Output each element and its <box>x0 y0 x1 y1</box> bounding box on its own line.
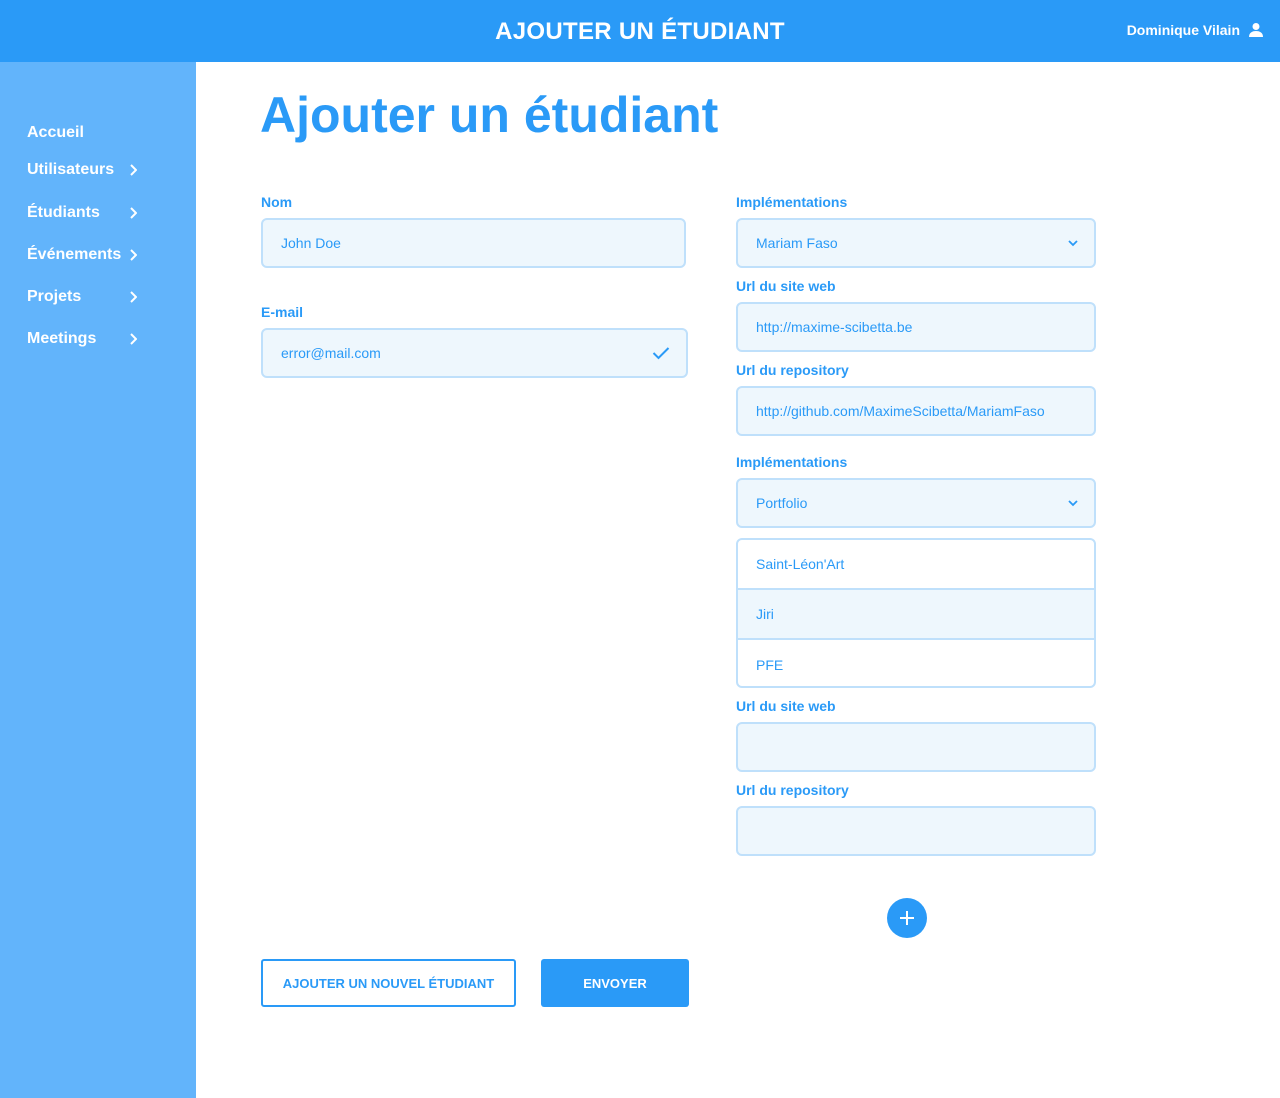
sidebar-item-label: Événements <box>27 246 122 263</box>
implementation-select[interactable]: Portfolio <box>736 478 1096 528</box>
implementation-label: Implémentations <box>736 454 848 470</box>
site-url-label: Url du site web <box>736 278 836 294</box>
chevron-right-icon <box>130 207 137 219</box>
repo-url-field[interactable] <box>736 806 1096 856</box>
implementation-options: Saint-Léon'Art Jiri PFE <box>736 538 1096 688</box>
plus-icon <box>900 911 914 925</box>
add-implementation-button[interactable] <box>887 898 927 938</box>
sidebar-item-label: Étudiants <box>27 204 100 221</box>
chevron-right-icon <box>130 333 137 345</box>
repo-url-label: Url du repository <box>736 782 849 798</box>
add-new-student-button[interactable]: AJOUTER UN NOUVEL ÉTUDIANT <box>261 959 516 1007</box>
header-title: AJOUTER UN ÉTUDIANT <box>495 18 785 45</box>
chevron-right-icon <box>130 249 137 261</box>
repo-url-field[interactable]: http://github.com/MaximeScibetta/MariamF… <box>736 386 1096 436</box>
chevron-down-icon <box>1068 500 1078 507</box>
implementation-selected: Mariam Faso <box>756 235 838 251</box>
sidebar-item-projets[interactable]: Projets <box>27 285 137 309</box>
implementation-select[interactable]: Mariam Faso <box>736 218 1096 268</box>
sidebar-item-label: Accueil <box>27 124 84 141</box>
sidebar-item-evenements[interactable]: Événements <box>27 243 137 267</box>
user-icon <box>1249 23 1263 37</box>
top-bar: AJOUTER UN ÉTUDIANT Dominique Vilain <box>0 0 1280 62</box>
email-value: error@mail.com <box>281 345 381 361</box>
sidebar-item-label: Meetings <box>27 330 97 347</box>
sidebar-item-label: Projets <box>27 288 82 305</box>
implementation-label: Implémentations <box>736 194 848 210</box>
email-label: E-mail <box>261 304 304 320</box>
sidebar-item-label: Utilisateurs <box>27 161 115 178</box>
page-title: Ajouter un étudiant <box>260 87 719 143</box>
sidebar: Accueil Utilisateurs Étudiants Événement… <box>0 62 196 1098</box>
user-menu[interactable]: Dominique Vilain <box>1127 22 1264 38</box>
sidebar-item-etudiants[interactable]: Étudiants <box>27 201 137 225</box>
site-url-value: http://maxime-scibetta.be <box>756 319 913 335</box>
site-url-field[interactable]: http://maxime-scibetta.be <box>736 302 1096 352</box>
check-icon <box>652 347 670 360</box>
chevron-right-icon <box>130 164 137 176</box>
dropdown-option[interactable]: Jiri <box>738 590 1094 640</box>
submit-button[interactable]: ENVOYER <box>541 959 689 1007</box>
dropdown-option[interactable]: Saint-Léon'Art <box>738 540 1094 590</box>
user-name: Dominique Vilain <box>1126 22 1240 38</box>
sidebar-item-utilisateurs[interactable]: Utilisateurs <box>27 158 137 182</box>
chevron-right-icon <box>130 291 137 303</box>
nom-value: John Doe <box>281 235 341 251</box>
email-field[interactable]: error@mail.com <box>261 328 688 378</box>
chevron-down-icon <box>1068 240 1078 247</box>
sidebar-item-meetings[interactable]: Meetings <box>27 327 137 351</box>
nom-field[interactable]: John Doe <box>261 218 686 268</box>
implementation-selected: Portfolio <box>756 495 808 511</box>
sidebar-item-accueil[interactable]: Accueil <box>27 121 137 145</box>
nom-label: Nom <box>261 194 293 210</box>
site-url-field[interactable] <box>736 722 1096 772</box>
site-url-label: Url du site web <box>736 698 836 714</box>
repo-url-value: http://github.com/MaximeScibetta/MariamF… <box>756 403 1045 419</box>
repo-url-label: Url du repository <box>736 362 849 378</box>
dropdown-option[interactable]: PFE <box>738 640 1094 686</box>
